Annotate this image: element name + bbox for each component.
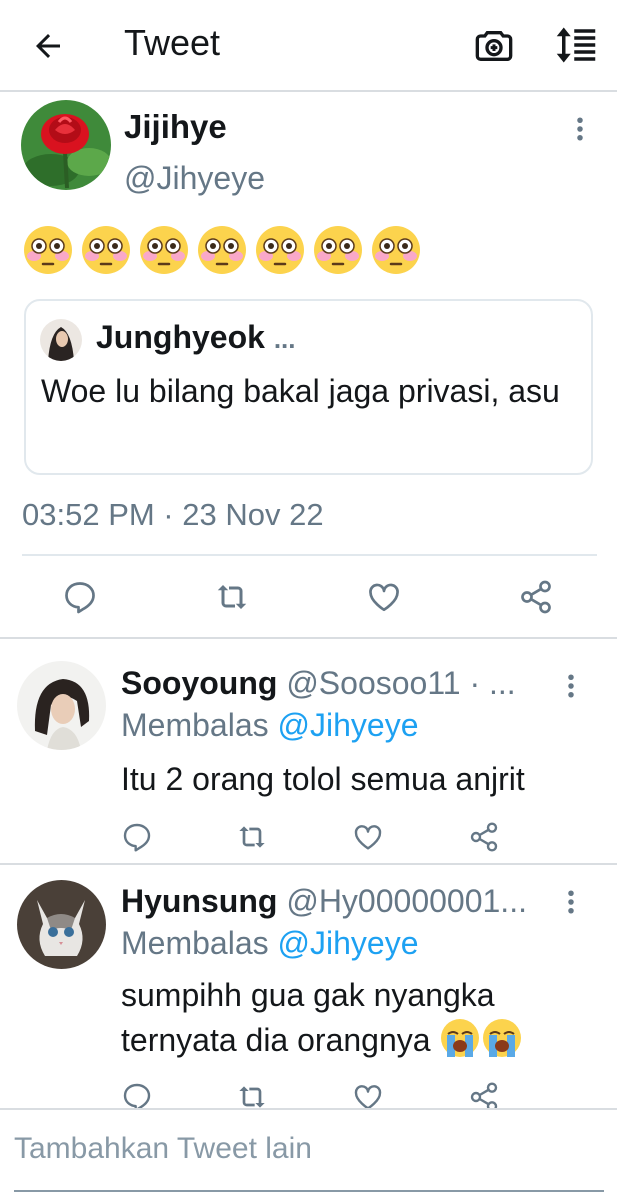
retweet-icon[interactable] (236, 1081, 268, 1110)
emoji-row (22, 224, 422, 280)
divider (22, 554, 597, 556)
reply-text: sumpihh gua gak nyangka ternyata dia ora… (121, 973, 591, 1062)
retweet-icon[interactable] (236, 821, 268, 853)
flushed-face-emoji (82, 226, 130, 274)
replying-mention[interactable]: @Jihyeye (278, 707, 419, 743)
reply-meta: Hyunsung @Hy00000001... (121, 883, 561, 920)
flushed-face-emoji (24, 226, 72, 274)
reply-tweet[interactable]: Sooyoung @Soosoo11 · ... Membalas @Jihye… (0, 641, 617, 865)
replying-prefix: Membalas (121, 925, 269, 961)
main-tweet: Jijihye @Jihyeye Junghyeok ... Woe lu bi… (0, 94, 617, 639)
share-icon[interactable] (468, 821, 500, 853)
more-options-icon[interactable] (556, 887, 586, 917)
reply-meta: Sooyoung @Soosoo11 · ... (121, 665, 561, 702)
avatar[interactable] (17, 880, 106, 969)
author-name[interactable]: Jijihye (124, 108, 227, 146)
reply-icon[interactable] (62, 579, 98, 615)
back-arrow-icon[interactable] (30, 28, 66, 64)
like-icon[interactable] (352, 1081, 384, 1110)
reply-tweet[interactable]: Hyunsung @Hy00000001... Membalas @Jihyey… (0, 867, 617, 1110)
app-bar: Tweet (0, 0, 617, 92)
quoted-tweet[interactable]: Junghyeok ... Woe lu bilang bakal jaga p… (24, 299, 593, 475)
crying-face-emoji (441, 1019, 480, 1057)
reply-author-name[interactable]: Hyunsung (121, 883, 277, 919)
avatar[interactable] (21, 100, 111, 190)
tweet-timestamp: 03:52 PM · 23 Nov 22 (22, 497, 324, 532)
rose-avatar-image (21, 100, 111, 190)
crying-face-emoji (483, 1019, 522, 1057)
reply-author-handle[interactable]: @Hy00000001... (286, 883, 527, 919)
reply-icon[interactable] (121, 821, 153, 853)
camera-add-icon[interactable] (474, 26, 514, 66)
quoted-avatar (40, 319, 82, 361)
replying-to: Membalas @Jihyeye (121, 925, 418, 962)
author-handle[interactable]: @Jihyeye (124, 160, 265, 197)
replying-mention[interactable]: @Jihyeye (278, 925, 419, 961)
quoted-avatar-image (40, 319, 82, 361)
reply-author-handle[interactable]: @Soosoo11 · ... (286, 665, 515, 701)
cat-avatar-image (17, 880, 106, 969)
quoted-author-name-text: Junghyeok (96, 319, 265, 355)
replying-prefix: Membalas (121, 707, 269, 743)
flushed-face-emoji (140, 226, 188, 274)
like-icon[interactable] (352, 821, 384, 853)
like-icon[interactable] (366, 579, 402, 615)
replying-to: Membalas @Jihyeye (121, 707, 418, 744)
more-options-icon[interactable] (565, 114, 595, 144)
reply-text: Itu 2 orang tolol semua anjrit (121, 761, 525, 797)
quoted-text: Woe lu bilang bakal jaga privasi, asu (41, 373, 560, 409)
sort-icon[interactable] (554, 24, 598, 66)
flushed-face-emoji (314, 226, 362, 274)
page-title: Tweet (124, 22, 221, 63)
quoted-ellipsis: ... (273, 324, 296, 354)
add-tweet-input[interactable]: Tambahkan Tweet lain (14, 1132, 312, 1166)
share-icon[interactable] (468, 1081, 500, 1110)
retweet-icon[interactable] (214, 579, 250, 615)
tweet-actions (0, 579, 617, 619)
reply-icon[interactable] (121, 1081, 153, 1110)
flushed-face-emoji (372, 226, 420, 274)
flushed-face-emoji (256, 226, 304, 274)
input-underline (14, 1190, 604, 1192)
avatar[interactable] (17, 661, 106, 750)
flushed-face-emoji (198, 226, 246, 274)
woman-avatar-image (17, 661, 106, 750)
share-icon[interactable] (518, 579, 554, 615)
quoted-author-name: Junghyeok ... (96, 319, 295, 356)
more-options-icon[interactable] (556, 671, 586, 701)
reply-author-name[interactable]: Sooyoung (121, 665, 277, 701)
